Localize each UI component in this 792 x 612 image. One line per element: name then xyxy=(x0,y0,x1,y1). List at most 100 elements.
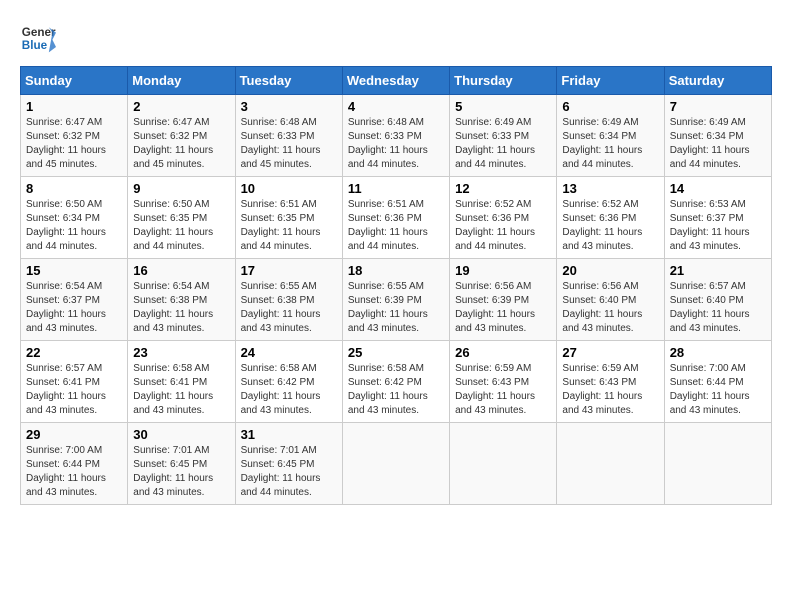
day-cell: 10 Sunrise: 6:51 AM Sunset: 6:35 PM Dayli… xyxy=(235,177,342,259)
day-cell: 24Sunrise: 6:58 AM Sunset: 6:42 PM Dayli… xyxy=(235,341,342,423)
day-number: 26 xyxy=(455,345,551,360)
day-number: 27 xyxy=(562,345,658,360)
day-cell: 30Sunrise: 7:01 AM Sunset: 6:45 PM Dayli… xyxy=(128,423,235,505)
day-cell: 27Sunrise: 6:59 AM Sunset: 6:43 PM Dayli… xyxy=(557,341,664,423)
week-row-3: 15 Sunrise: 6:54 AM Sunset: 6:37 PM Dayli… xyxy=(21,259,772,341)
header-cell-wednesday: Wednesday xyxy=(342,67,449,95)
day-cell: 12 Sunrise: 6:52 AM Sunset: 6:36 PM Dayli… xyxy=(450,177,557,259)
day-cell: 19 Sunrise: 6:56 AM Sunset: 6:39 PM Dayli… xyxy=(450,259,557,341)
day-detail: Sunrise: 6:50 AM Sunset: 6:35 PM Dayligh… xyxy=(133,198,229,254)
day-number: 12 xyxy=(455,181,551,196)
day-detail: Sunrise: 6:49 AM Sunset: 6:34 PM Dayligh… xyxy=(670,116,766,172)
day-detail: Sunrise: 7:01 AM Sunset: 6:45 PM Dayligh… xyxy=(133,444,229,500)
day-detail: Sunrise: 6:48 AM Sunset: 6:33 PM Dayligh… xyxy=(348,116,444,172)
day-cell xyxy=(664,423,771,505)
day-detail: Sunrise: 6:55 AM Sunset: 6:39 PM Dayligh… xyxy=(348,280,444,336)
day-number: 20 xyxy=(562,263,658,278)
day-detail: Sunrise: 6:51 AM Sunset: 6:35 PM Dayligh… xyxy=(241,198,337,254)
day-detail: Sunrise: 6:52 AM Sunset: 6:36 PM Dayligh… xyxy=(455,198,551,254)
day-number: 3 xyxy=(241,99,337,114)
day-cell xyxy=(342,423,449,505)
day-cell: 11 Sunrise: 6:51 AM Sunset: 6:36 PM Dayli… xyxy=(342,177,449,259)
day-detail: Sunrise: 6:50 AM Sunset: 6:34 PM Dayligh… xyxy=(26,198,122,254)
day-number: 8 xyxy=(26,181,122,196)
day-detail: Sunrise: 6:57 AM Sunset: 6:40 PM Dayligh… xyxy=(670,280,766,336)
header-cell-saturday: Saturday xyxy=(664,67,771,95)
day-cell: 7 Sunrise: 6:49 AM Sunset: 6:34 PM Daylig… xyxy=(664,95,771,177)
day-number: 11 xyxy=(348,181,444,196)
header-cell-friday: Friday xyxy=(557,67,664,95)
day-cell: 5Sunrise: 6:49 AM Sunset: 6:33 PM Daylig… xyxy=(450,95,557,177)
day-number: 18 xyxy=(348,263,444,278)
calendar-table: SundayMondayTuesdayWednesdayThursdayFrid… xyxy=(20,66,772,505)
day-number: 29 xyxy=(26,427,122,442)
day-detail: Sunrise: 6:58 AM Sunset: 6:42 PM Dayligh… xyxy=(241,362,337,418)
day-cell xyxy=(557,423,664,505)
day-cell: 23Sunrise: 6:58 AM Sunset: 6:41 PM Dayli… xyxy=(128,341,235,423)
week-row-4: 22Sunrise: 6:57 AM Sunset: 6:41 PM Dayli… xyxy=(21,341,772,423)
day-cell: 17Sunrise: 6:55 AM Sunset: 6:38 PM Dayli… xyxy=(235,259,342,341)
day-detail: Sunrise: 7:00 AM Sunset: 6:44 PM Dayligh… xyxy=(26,444,122,500)
day-number: 14 xyxy=(670,181,766,196)
day-detail: Sunrise: 6:56 AM Sunset: 6:40 PM Dayligh… xyxy=(562,280,658,336)
day-cell: 8 Sunrise: 6:50 AM Sunset: 6:34 PM Daylig… xyxy=(21,177,128,259)
day-detail: Sunrise: 7:00 AM Sunset: 6:44 PM Dayligh… xyxy=(670,362,766,418)
day-detail: Sunrise: 6:54 AM Sunset: 6:38 PM Dayligh… xyxy=(133,280,229,336)
day-number: 15 xyxy=(26,263,122,278)
day-cell: 31 Sunrise: 7:01 AM Sunset: 6:45 PM Dayli… xyxy=(235,423,342,505)
calendar-body: 1 Sunrise: 6:47 AM Sunset: 6:32 PM Daylig… xyxy=(21,95,772,505)
logo: General Blue xyxy=(20,20,56,56)
day-detail: Sunrise: 6:56 AM Sunset: 6:39 PM Dayligh… xyxy=(455,280,551,336)
header-cell-tuesday: Tuesday xyxy=(235,67,342,95)
day-number: 19 xyxy=(455,263,551,278)
day-detail: Sunrise: 6:49 AM Sunset: 6:33 PM Dayligh… xyxy=(455,116,551,172)
day-detail: Sunrise: 6:59 AM Sunset: 6:43 PM Dayligh… xyxy=(455,362,551,418)
header-cell-sunday: Sunday xyxy=(21,67,128,95)
day-number: 25 xyxy=(348,345,444,360)
week-row-1: 1 Sunrise: 6:47 AM Sunset: 6:32 PM Daylig… xyxy=(21,95,772,177)
day-cell: 25 Sunrise: 6:58 AM Sunset: 6:42 PM Dayli… xyxy=(342,341,449,423)
logo-icon: General Blue xyxy=(20,20,56,56)
header-cell-thursday: Thursday xyxy=(450,67,557,95)
day-detail: Sunrise: 6:47 AM Sunset: 6:32 PM Dayligh… xyxy=(133,116,229,172)
day-detail: Sunrise: 6:49 AM Sunset: 6:34 PM Dayligh… xyxy=(562,116,658,172)
day-detail: Sunrise: 6:47 AM Sunset: 6:32 PM Dayligh… xyxy=(26,116,122,172)
day-number: 31 xyxy=(241,427,337,442)
day-cell: 22Sunrise: 6:57 AM Sunset: 6:41 PM Dayli… xyxy=(21,341,128,423)
day-cell: 2 Sunrise: 6:47 AM Sunset: 6:32 PM Daylig… xyxy=(128,95,235,177)
day-cell: 16 Sunrise: 6:54 AM Sunset: 6:38 PM Dayli… xyxy=(128,259,235,341)
day-detail: Sunrise: 6:54 AM Sunset: 6:37 PM Dayligh… xyxy=(26,280,122,336)
day-number: 2 xyxy=(133,99,229,114)
day-number: 17 xyxy=(241,263,337,278)
day-number: 7 xyxy=(670,99,766,114)
day-number: 21 xyxy=(670,263,766,278)
day-detail: Sunrise: 6:58 AM Sunset: 6:41 PM Dayligh… xyxy=(133,362,229,418)
day-number: 28 xyxy=(670,345,766,360)
day-cell: 29 Sunrise: 7:00 AM Sunset: 6:44 PM Dayli… xyxy=(21,423,128,505)
calendar-header: SundayMondayTuesdayWednesdayThursdayFrid… xyxy=(21,67,772,95)
header-cell-monday: Monday xyxy=(128,67,235,95)
day-detail: Sunrise: 6:51 AM Sunset: 6:36 PM Dayligh… xyxy=(348,198,444,254)
day-detail: Sunrise: 6:58 AM Sunset: 6:42 PM Dayligh… xyxy=(348,362,444,418)
header-row: SundayMondayTuesdayWednesdayThursdayFrid… xyxy=(21,67,772,95)
day-detail: Sunrise: 6:53 AM Sunset: 6:37 PM Dayligh… xyxy=(670,198,766,254)
day-detail: Sunrise: 6:57 AM Sunset: 6:41 PM Dayligh… xyxy=(26,362,122,418)
day-detail: Sunrise: 6:52 AM Sunset: 6:36 PM Dayligh… xyxy=(562,198,658,254)
day-cell: 9 Sunrise: 6:50 AM Sunset: 6:35 PM Daylig… xyxy=(128,177,235,259)
day-cell: 3 Sunrise: 6:48 AM Sunset: 6:33 PM Daylig… xyxy=(235,95,342,177)
day-cell xyxy=(450,423,557,505)
week-row-2: 8 Sunrise: 6:50 AM Sunset: 6:34 PM Daylig… xyxy=(21,177,772,259)
svg-text:Blue: Blue xyxy=(22,39,48,52)
day-number: 16 xyxy=(133,263,229,278)
day-detail: Sunrise: 6:48 AM Sunset: 6:33 PM Dayligh… xyxy=(241,116,337,172)
week-row-5: 29 Sunrise: 7:00 AM Sunset: 6:44 PM Dayli… xyxy=(21,423,772,505)
day-detail: Sunrise: 7:01 AM Sunset: 6:45 PM Dayligh… xyxy=(241,444,337,500)
day-number: 4 xyxy=(348,99,444,114)
day-number: 10 xyxy=(241,181,337,196)
day-cell: 20 Sunrise: 6:56 AM Sunset: 6:40 PM Dayli… xyxy=(557,259,664,341)
day-cell: 6Sunrise: 6:49 AM Sunset: 6:34 PM Daylig… xyxy=(557,95,664,177)
day-number: 9 xyxy=(133,181,229,196)
day-number: 1 xyxy=(26,99,122,114)
page-header: General Blue xyxy=(20,20,772,56)
day-cell: 21 Sunrise: 6:57 AM Sunset: 6:40 PM Dayli… xyxy=(664,259,771,341)
